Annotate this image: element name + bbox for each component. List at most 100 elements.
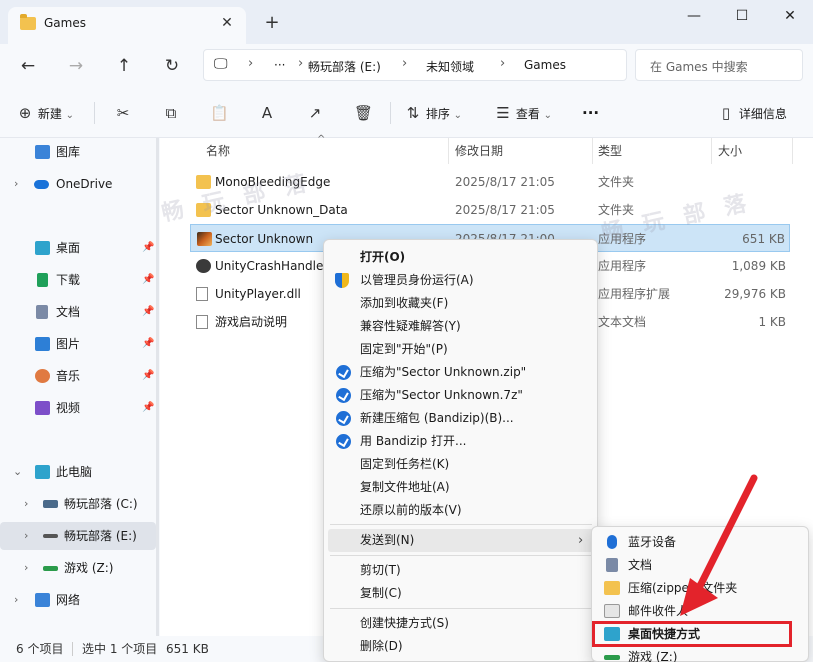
game-app-icon xyxy=(197,232,212,246)
zip-folder-icon xyxy=(604,581,620,595)
network-icon xyxy=(35,593,50,607)
tab-games[interactable]: Games ✕ xyxy=(8,7,246,44)
cloud-icon xyxy=(34,180,49,189)
menu-label: 以管理员身份运行(A) xyxy=(360,273,474,287)
maximize-button[interactable]: ☐ xyxy=(728,6,756,26)
column-divider[interactable] xyxy=(792,138,793,164)
menu-item-open-bandizip[interactable]: 用 Bandizip 打开... xyxy=(328,430,594,453)
breadcrumb-separator: › xyxy=(402,56,408,71)
column-header-name[interactable]: 名称 xyxy=(206,140,230,162)
desktop-icon xyxy=(35,241,50,255)
menu-item-delete[interactable]: 删除(D) xyxy=(328,635,594,658)
breadcrumb-current[interactable]: Games xyxy=(524,58,566,72)
sidebar-item-downloads[interactable]: 下载 📌 xyxy=(0,266,156,294)
window-close-button[interactable]: ✕ xyxy=(776,6,804,26)
delete-button[interactable]: 🗑 xyxy=(354,102,373,124)
menu-label: 固定到"开始"(P) xyxy=(360,342,448,356)
sidebar-item-this-pc[interactable]: ⌄ 此电脑 xyxy=(0,458,156,486)
up-button[interactable]: ↑ xyxy=(111,53,137,79)
tab-title: Games xyxy=(44,16,86,30)
sidebar-item-videos[interactable]: 视频 📌 xyxy=(0,394,156,422)
menu-item-create-shortcut[interactable]: 创建快捷方式(S) xyxy=(328,612,594,635)
refresh-button[interactable]: ↻ xyxy=(159,53,185,79)
menu-item-zip[interactable]: 压缩为"Sector Unknown.zip" xyxy=(328,361,594,384)
copy-button[interactable]: ⧉ xyxy=(162,102,180,124)
view-label: 查看 xyxy=(515,107,540,121)
menu-item-compat[interactable]: 兼容性疑难解答(Y) xyxy=(328,315,594,338)
text-file-icon xyxy=(196,315,208,329)
chevron-right-icon[interactable]: › xyxy=(24,554,28,582)
sidebar-item-network[interactable]: › 网络 xyxy=(0,586,156,614)
send-to-drive-z[interactable]: 游戏 (Z:) xyxy=(596,646,804,662)
new-button[interactable]: ⊕ 新建 ⌄ xyxy=(16,102,74,124)
paste-button[interactable]: 📋 xyxy=(210,102,229,124)
search-input[interactable]: 在 Games 中搜索 xyxy=(635,49,803,81)
chevron-down-icon[interactable]: ⌄ xyxy=(13,458,22,486)
mail-icon xyxy=(604,604,620,618)
sort-button[interactable]: ⇅ 排序 ⌄ xyxy=(404,102,462,124)
rename-button[interactable]: A xyxy=(258,102,276,124)
column-divider[interactable] xyxy=(711,138,712,164)
column-header-size[interactable]: 大小 xyxy=(718,140,742,162)
sidebar-item-drive-c[interactable]: › 畅玩部落 (C:) xyxy=(0,490,156,518)
breadcrumb-more[interactable]: ··· xyxy=(274,58,285,72)
sidebar-scrollbar[interactable] xyxy=(156,138,159,636)
sidebar-item-gallery[interactable]: 图库 xyxy=(0,138,156,166)
menu-item-copy[interactable]: 复制(C) xyxy=(328,582,594,605)
share-button[interactable]: ↗ xyxy=(306,102,324,124)
document-icon xyxy=(36,305,48,319)
menu-item-send-to[interactable]: 发送到(N) › xyxy=(328,529,594,552)
column-divider[interactable] xyxy=(448,138,449,164)
close-tab-icon[interactable]: ✕ xyxy=(218,14,236,32)
sidebar-item-music[interactable]: 音乐 📌 xyxy=(0,362,156,390)
menu-item-run-as-admin[interactable]: 以管理员身份运行(A) xyxy=(328,269,594,292)
view-button[interactable]: ☰ 查看 ⌄ xyxy=(494,102,552,124)
minimize-button[interactable]: — xyxy=(680,6,708,26)
menu-item-restore-versions[interactable]: 还原以前的版本(V) xyxy=(328,499,594,522)
file-type: 应用程序扩展 xyxy=(598,287,671,301)
menu-item-pin-start[interactable]: 固定到"开始"(P) xyxy=(328,338,594,361)
chevron-down-icon: ⌄ xyxy=(453,110,463,121)
sidebar-item-desktop[interactable]: 桌面 📌 xyxy=(0,234,156,262)
breadcrumb-drive[interactable]: 畅玩部落 (E:) xyxy=(308,58,381,75)
more-button[interactable]: ··· xyxy=(582,102,599,124)
chevron-right-icon[interactable]: › xyxy=(14,586,18,614)
sidebar-item-label: 视频 xyxy=(56,401,81,415)
menu-item-copy-path[interactable]: 复制文件地址(A) xyxy=(328,476,594,499)
sidebar-item-onedrive[interactable]: › OneDrive xyxy=(0,170,156,198)
menu-item-new-archive[interactable]: 新建压缩包 (Bandizip)(B)... xyxy=(328,407,594,430)
chevron-right-icon[interactable]: › xyxy=(14,170,18,198)
sidebar-item-drive-z[interactable]: › 游戏 (Z:) xyxy=(0,554,156,582)
menu-item-cut[interactable]: 剪切(T) xyxy=(328,559,594,582)
menu-item-open[interactable]: 打开(O) xyxy=(328,246,594,269)
cut-button[interactable]: ✂ xyxy=(114,102,132,124)
sidebar-item-drive-e[interactable]: › 畅玩部落 (E:) xyxy=(0,522,156,550)
sidebar-item-documents[interactable]: 文档 📌 xyxy=(0,298,156,326)
forward-button[interactable]: → xyxy=(63,53,89,79)
address-bar[interactable]: 🖵 › ··· › 畅玩部落 (E:) › 未知领域 › Games xyxy=(203,49,627,81)
details-label: 详细信息 xyxy=(738,107,787,121)
column-header-date[interactable]: 修改日期 xyxy=(455,140,503,162)
menu-label: 复制文件地址(A) xyxy=(360,480,450,494)
chevron-right-icon[interactable]: › xyxy=(24,522,28,550)
rename-icon: A xyxy=(261,104,273,122)
context-menu: 打开(O) 以管理员身份运行(A) 添加到收藏夹(F) 兼容性疑难解答(Y) 固… xyxy=(323,239,598,662)
file-name: UnityPlayer.dll xyxy=(215,287,301,301)
toolbar-divider xyxy=(390,102,391,124)
chevron-right-icon[interactable]: › xyxy=(24,490,28,518)
pin-icon: 📌 xyxy=(142,242,155,253)
menu-item-7z[interactable]: 压缩为"Sector Unknown.7z" xyxy=(328,384,594,407)
column-header-type[interactable]: 类型 xyxy=(598,140,622,162)
sidebar-item-label: 图库 xyxy=(56,145,81,159)
file-type: 应用程序 xyxy=(598,259,647,273)
sidebar-item-pictures[interactable]: 图片 📌 xyxy=(0,330,156,358)
menu-label: 打开(O) xyxy=(360,250,406,264)
menu-item-add-favorite[interactable]: 添加到收藏夹(F) xyxy=(328,292,594,315)
details-button[interactable]: ▯ 详细信息 xyxy=(717,102,787,124)
column-divider[interactable] xyxy=(592,138,593,164)
plus-icon: ⊕ xyxy=(18,104,32,122)
menu-item-pin-taskbar[interactable]: 固定到任务栏(K) xyxy=(328,453,594,476)
back-button[interactable]: ← xyxy=(15,53,41,79)
new-tab-button[interactable]: + xyxy=(262,14,282,34)
breadcrumb-folder[interactable]: 未知领域 xyxy=(426,58,474,75)
